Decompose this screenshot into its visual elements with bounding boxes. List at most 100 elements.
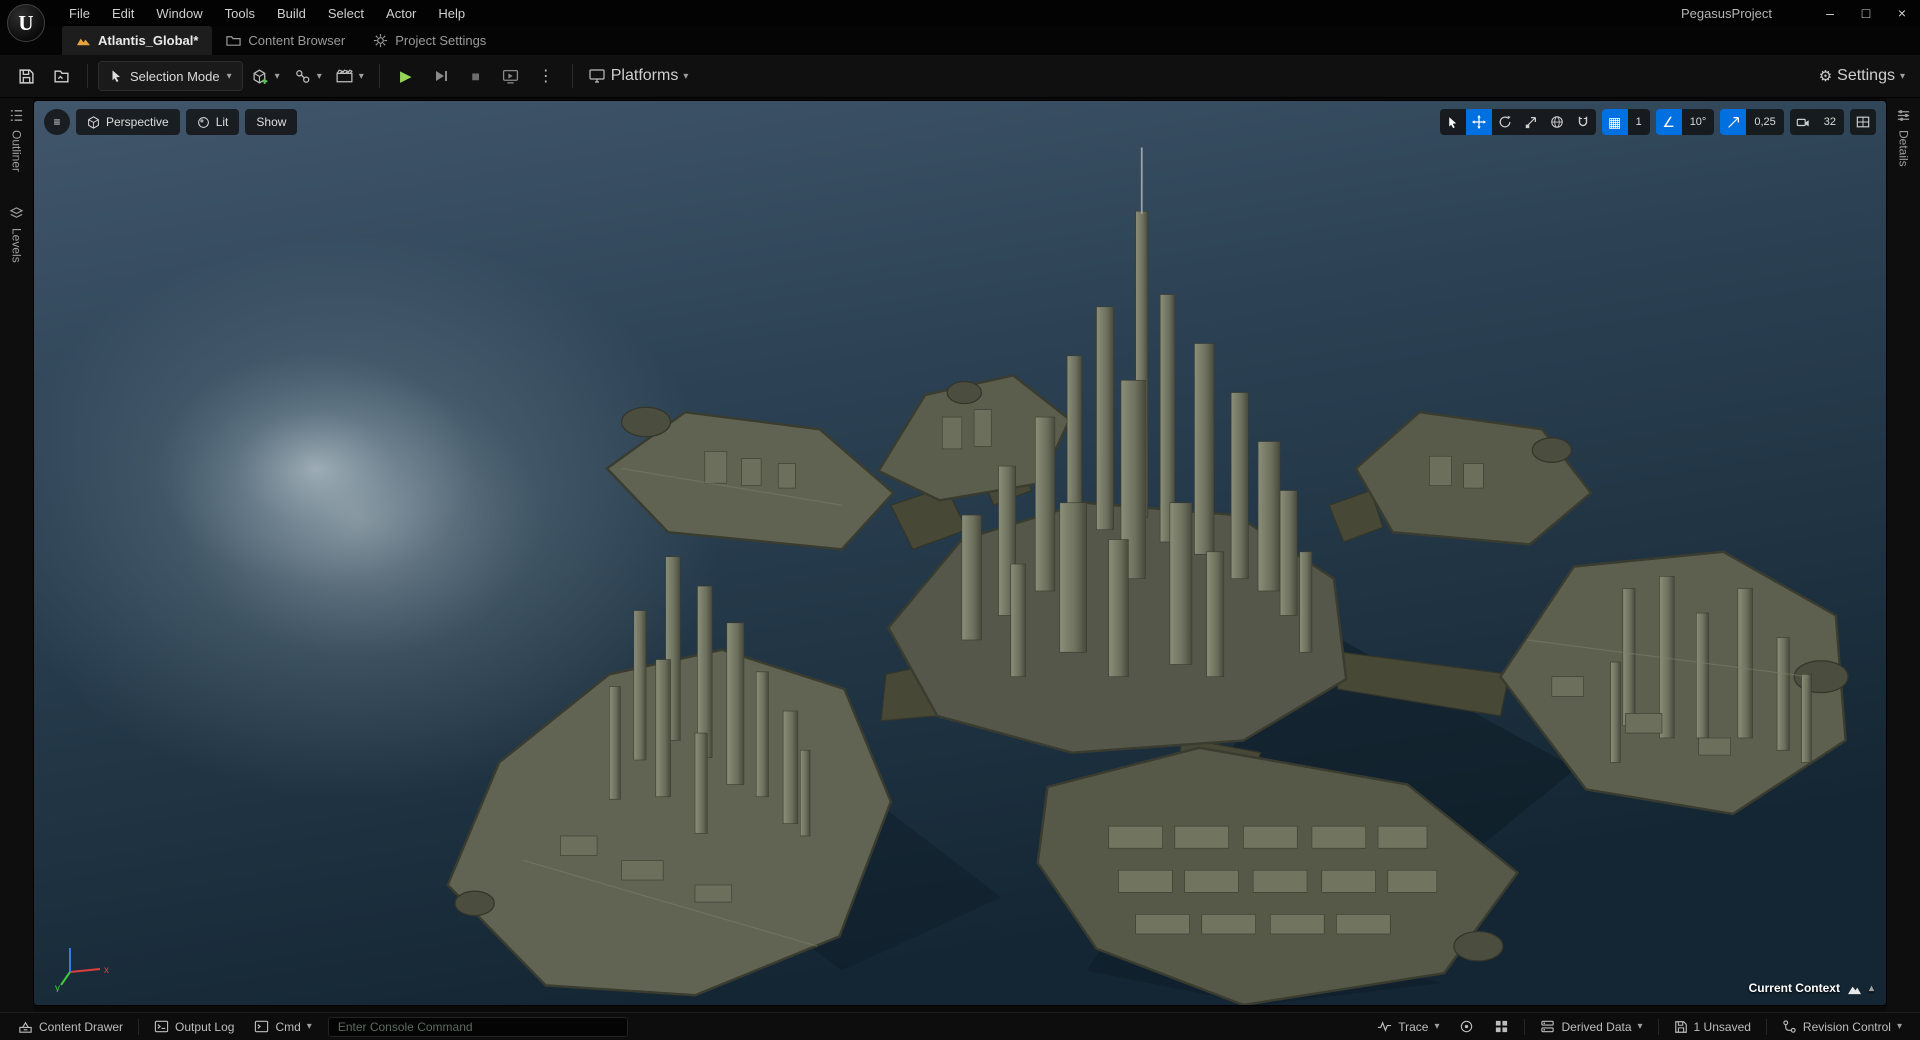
content-drawer-button[interactable]: Content Drawer	[8, 1013, 133, 1040]
viewport-layout-group	[1850, 109, 1876, 135]
platforms-dropdown[interactable]: Platforms ▾	[583, 61, 694, 91]
scale-snap-value-dropdown[interactable]: 0,25	[1746, 109, 1784, 135]
revision-control-dropdown[interactable]: Revision Control ▾	[1772, 1019, 1912, 1034]
content-browser-icon	[226, 36, 242, 46]
show-dropdown[interactable]: Show	[245, 109, 298, 135]
viewport-3d-scene[interactable]	[34, 101, 1886, 1005]
chevron-down-icon: ▾	[683, 70, 689, 82]
camera-speed-value[interactable]: 32	[1815, 109, 1844, 135]
editor-preferences-button[interactable]	[1484, 1019, 1519, 1034]
grid-panel-icon	[1496, 1020, 1508, 1033]
rotate-tool-button[interactable]	[1491, 109, 1518, 135]
unsaved-changes-button[interactable]: 1 Unsaved	[1664, 1020, 1761, 1034]
statusbar-separator	[1524, 1018, 1526, 1035]
grid-icon: ▦	[1607, 113, 1622, 130]
cinematics-dropdown[interactable]: ▾	[330, 61, 369, 91]
coordinate-space-button[interactable]	[1543, 109, 1570, 135]
outliner-tab[interactable]: Outliner	[9, 108, 24, 172]
maximize-viewport-button[interactable]	[1850, 109, 1876, 135]
menu-file[interactable]: File	[58, 0, 101, 26]
browse-content-button[interactable]	[45, 61, 77, 91]
magnet-icon	[1578, 116, 1587, 127]
minimize-button[interactable]: –	[1812, 0, 1848, 26]
details-icon	[1897, 110, 1910, 121]
chevron-down-icon: ▾	[1896, 1021, 1902, 1032]
outliner-icon	[10, 110, 23, 121]
details-tab[interactable]: Details	[1896, 108, 1911, 167]
menu-tools[interactable]: Tools	[214, 0, 266, 26]
scale-snap-icon	[1728, 116, 1739, 128]
browse-content-icon	[53, 69, 69, 83]
menu-build[interactable]: Build	[266, 0, 317, 26]
transform-tools-group	[1439, 109, 1596, 135]
selection-mode-dropdown[interactable]: Selection Mode ▾	[98, 61, 243, 91]
revision-control-icon	[1783, 1020, 1796, 1033]
viewport-options-button[interactable]: ≡	[44, 109, 70, 135]
gear-icon: ⚙	[1818, 68, 1833, 85]
lit-sphere-icon	[197, 116, 209, 128]
menu-select[interactable]: Select	[317, 0, 375, 26]
menu-window[interactable]: Window	[145, 0, 213, 26]
save-button[interactable]	[10, 61, 42, 91]
menu-bar: File Edit Window Tools Build Select Acto…	[0, 0, 1920, 26]
restore-button[interactable]: □	[1848, 0, 1884, 26]
rotation-snap-value-dropdown[interactable]: 10°	[1681, 109, 1715, 135]
console-command-input[interactable]	[327, 1016, 628, 1037]
window-controls: PegasusProject – □ ×	[1681, 0, 1920, 26]
tab-content-browser[interactable]: Content Browser	[212, 26, 359, 55]
surface-snapping-button[interactable]	[1569, 109, 1596, 135]
target-icon	[1461, 1020, 1473, 1033]
view-mode-dropdown[interactable]: Lit	[185, 109, 240, 135]
tab-project-settings[interactable]: Project Settings	[359, 26, 500, 55]
move-tool-button[interactable]	[1465, 109, 1492, 135]
play-icon: ▶	[399, 68, 412, 85]
levels-tab[interactable]: Levels	[9, 206, 24, 263]
scale-snap-toggle[interactable]	[1720, 109, 1747, 135]
add-actor-dropdown[interactable]: ▾	[246, 61, 285, 91]
menu-help[interactable]: Help	[427, 0, 476, 26]
viewport[interactable]: ≡ Perspective Lit Show ▦ 1 ∠ 10° 0,25 32…	[33, 100, 1887, 1006]
chevron-down-icon: ▾	[274, 70, 280, 82]
perspective-dropdown[interactable]: Perspective	[76, 109, 180, 135]
trace-dropdown[interactable]: Trace ▾	[1367, 1019, 1449, 1034]
blueprints-dropdown[interactable]: ▾	[288, 61, 327, 91]
settings-dropdown[interactable]: ⚙ Settings ▾	[1814, 61, 1910, 91]
insights-button[interactable]	[1449, 1019, 1484, 1034]
derived-data-dropdown[interactable]: Derived Data ▾	[1530, 1019, 1652, 1034]
clapperboard-icon	[336, 68, 353, 82]
platforms-monitor-icon	[589, 69, 605, 83]
current-context-dropdown[interactable]: Current Context ▴	[1749, 981, 1874, 995]
project-name: PegasusProject	[1680, 5, 1772, 21]
grid-snap-value-dropdown[interactable]: 1	[1627, 109, 1650, 135]
frame-skip-button[interactable]	[425, 61, 457, 91]
chevron-down-icon: ▾	[1637, 1021, 1643, 1032]
viewport-toolbar: ≡ Perspective Lit Show ▦ 1 ∠ 10° 0,25 32	[44, 109, 1876, 135]
unreal-logo[interactable]: U	[7, 4, 45, 42]
scale-tool-button[interactable]	[1517, 109, 1544, 135]
blueprints-icon	[295, 69, 310, 83]
select-tool-button[interactable]	[1439, 109, 1466, 135]
menu-actor[interactable]: Actor	[375, 0, 427, 26]
statusbar-separator	[138, 1018, 140, 1035]
menu-edit[interactable]: Edit	[101, 0, 145, 26]
svg-text:y: y	[55, 983, 60, 992]
camera-speed-group: 32	[1789, 109, 1844, 135]
save-icon	[1674, 1020, 1687, 1033]
output-log-button[interactable]: Output Log	[144, 1013, 244, 1040]
cmd-dropdown[interactable]: Cmd ▾	[244, 1013, 321, 1040]
rotate-tool-icon	[1499, 115, 1510, 128]
toolbar-separator	[378, 64, 380, 88]
camera-speed-button[interactable]	[1789, 109, 1816, 135]
viewport-toolbar-right: ▦ 1 ∠ 10° 0,25 32	[1434, 109, 1876, 135]
launch-button[interactable]	[495, 61, 527, 91]
grid-snap-toggle[interactable]: ▦	[1601, 109, 1628, 135]
tab-atlantis-global[interactable]: Atlantis_Global*	[62, 26, 213, 55]
chevron-down-icon: ▾	[358, 70, 364, 82]
quad-layout-icon	[1856, 116, 1870, 128]
database-icon	[1541, 1020, 1555, 1033]
rotation-snap-toggle[interactable]: ∠	[1655, 109, 1682, 135]
play-options-button[interactable]: ⋮	[530, 61, 562, 91]
stop-button[interactable]: ■	[460, 61, 492, 91]
close-button[interactable]: ×	[1884, 0, 1920, 26]
play-button[interactable]: ▶	[390, 61, 422, 91]
